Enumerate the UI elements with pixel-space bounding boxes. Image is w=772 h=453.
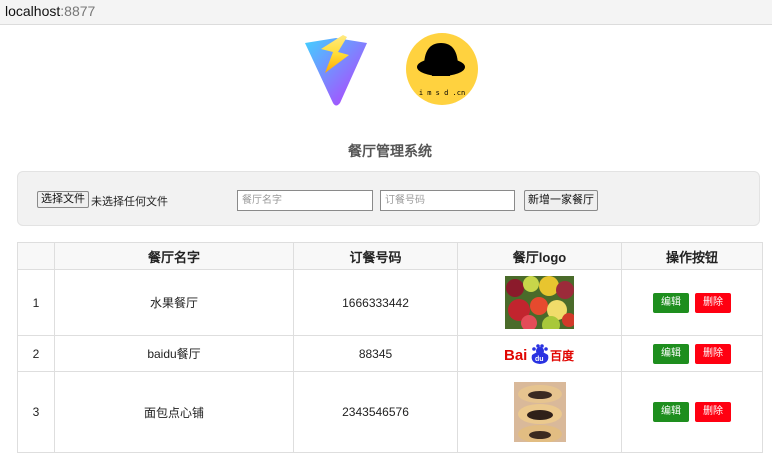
row-index: 1 (17, 269, 55, 336)
row-index: 3 (17, 371, 55, 453)
row-name: 水果餐厅 (54, 269, 294, 336)
pastry-photo-image (513, 382, 566, 442)
url-port: :8877 (60, 3, 96, 19)
hat-logo: i m s d .cn (406, 33, 478, 105)
row-logo (457, 371, 622, 453)
row-actions: 编辑 删除 (621, 371, 763, 453)
edit-button[interactable]: 编辑 (653, 402, 689, 422)
row-phone: 2343546576 (293, 371, 458, 453)
add-restaurant-form: 选择文件 未选择任何文件 新增一家餐厅 (17, 171, 760, 226)
header-actions: 操作按钮 (621, 242, 763, 270)
vite-logo (305, 35, 367, 106)
page-title: 餐厅管理系统 (348, 143, 432, 159)
delete-button[interactable]: 删除 (695, 343, 731, 364)
delete-button[interactable]: 删除 (695, 402, 731, 422)
delete-button[interactable]: 删除 (695, 292, 731, 313)
baidu-logo-image: Bai du 百度 (504, 343, 575, 364)
table-row: 3 面包点心铺 2343546576 编辑 删除 (17, 371, 763, 453)
restaurant-table: 餐厅名字 订餐号码 餐厅logo 操作按钮 1 水果餐厅 1666333442 (17, 242, 763, 453)
header-logo: 餐厅logo (457, 242, 622, 270)
baidu-logo-text-c: 百度 (550, 348, 575, 363)
browser-address-bar[interactable]: localhost:8877 (0, 0, 772, 25)
table-header-row: 餐厅名字 订餐号码 餐厅logo 操作按钮 (17, 242, 763, 270)
phone-number-input[interactable] (380, 190, 515, 211)
row-logo: Bai du 百度 (457, 335, 622, 372)
table-row: 2 baidu餐厅 88345 Bai du 百度 编辑 删除 (17, 335, 763, 372)
header-name: 餐厅名字 (54, 242, 294, 270)
fruit-photo-image (505, 276, 574, 329)
header-index (17, 242, 55, 270)
hat-logo-text: i m s d .cn (419, 89, 465, 97)
url-text[interactable]: localhost:8877 (5, 2, 95, 20)
row-name: 面包点心铺 (54, 371, 294, 453)
row-logo (457, 269, 622, 336)
row-actions: 编辑 删除 (621, 335, 763, 372)
row-actions: 编辑 删除 (621, 269, 763, 336)
add-restaurant-button[interactable]: 新增一家餐厅 (524, 190, 598, 211)
url-host: localhost (5, 3, 61, 19)
table-row: 1 水果餐厅 1666333442 编辑 删除 (17, 269, 763, 336)
row-phone: 88345 (293, 335, 458, 372)
baidu-logo-text-b: du (535, 356, 544, 363)
row-index: 2 (17, 335, 55, 372)
restaurant-name-input[interactable] (237, 190, 373, 211)
baidu-logo-text-a: Bai (504, 347, 527, 364)
edit-button[interactable]: 编辑 (653, 343, 689, 364)
file-status-text: 未选择任何文件 (91, 196, 168, 208)
row-name: baidu餐厅 (54, 335, 294, 372)
edit-button[interactable]: 编辑 (653, 292, 689, 313)
choose-file-button[interactable]: 选择文件 (37, 191, 89, 208)
row-phone: 1666333442 (293, 269, 458, 336)
header-phone: 订餐号码 (293, 242, 458, 270)
